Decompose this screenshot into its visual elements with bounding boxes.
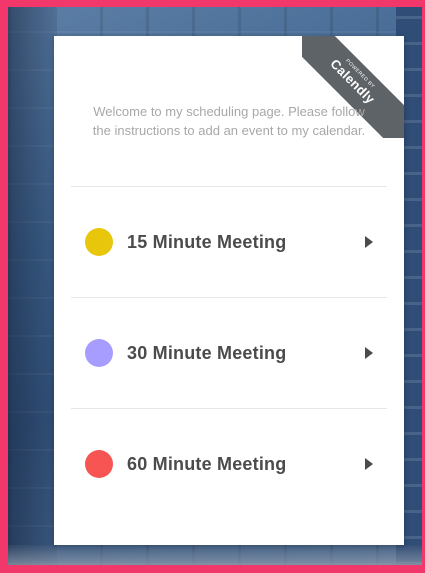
- event-color-dot: [85, 228, 113, 256]
- background-shade-bottom: [8, 545, 422, 565]
- event-type-label: 30 Minute Meeting: [127, 342, 287, 363]
- event-color-dot: [85, 450, 113, 478]
- scheduling-card: POWERED BY Calendly Welcome to my schedu…: [54, 36, 404, 545]
- event-type-label: 60 Minute Meeting: [127, 453, 287, 474]
- chevron-right-icon: [365, 347, 373, 359]
- welcome-message: Welcome to my scheduling page. Please fo…: [92, 104, 366, 138]
- event-type-60-min[interactable]: 60 Minute Meeting: [71, 408, 387, 519]
- event-type-label: 15 Minute Meeting: [127, 231, 287, 252]
- event-type-list: 15 Minute Meeting 30 Minute Meeting 60 M…: [71, 186, 387, 519]
- background-shade-left: [8, 7, 54, 565]
- chevron-right-icon: [365, 458, 373, 470]
- event-type-30-min[interactable]: 30 Minute Meeting: [71, 297, 387, 408]
- event-type-15-min[interactable]: 15 Minute Meeting: [71, 186, 387, 297]
- chevron-right-icon: [365, 236, 373, 248]
- event-color-dot: [85, 339, 113, 367]
